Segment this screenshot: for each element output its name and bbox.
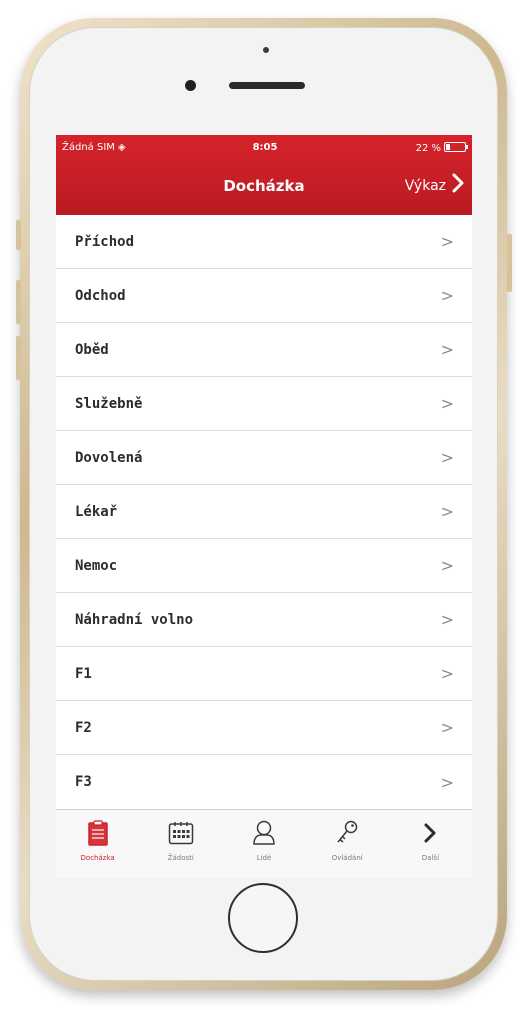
chevron-right-icon: > <box>440 232 454 251</box>
tab-dalsi[interactable]: Další <box>389 810 472 878</box>
battery-percent: 22 % <box>415 143 441 154</box>
list-item-sluzebne[interactable]: Služebně > <box>56 377 472 431</box>
chevron-right-icon: > <box>440 664 454 683</box>
home-button[interactable] <box>228 883 298 953</box>
list-item-label: Služebně <box>75 395 143 412</box>
volume-down-button <box>16 336 21 380</box>
carrier-label: Žádná SIM <box>62 142 115 153</box>
list-item-label: F2 <box>75 719 92 736</box>
mute-switch <box>16 220 21 250</box>
chevron-right-icon: > <box>440 610 454 629</box>
chevron-right-icon: > <box>440 718 454 737</box>
clipboard-icon <box>87 818 108 848</box>
list-item-odchod[interactable]: Odchod > <box>56 269 472 323</box>
chevron-right-icon <box>423 818 437 848</box>
list-item-label: Lékař <box>75 503 118 520</box>
tab-label: Docházka <box>80 854 115 862</box>
tab-ovladani[interactable]: Ovládání <box>306 810 389 878</box>
earpiece-speaker <box>229 82 305 89</box>
power-button <box>507 234 512 292</box>
list-item-label: Náhradní volno <box>75 611 194 628</box>
chevron-right-icon: > <box>440 340 454 359</box>
tab-label: Lidé <box>256 854 272 862</box>
attendance-list: Příchod > Odchod > Oběd > Služebně > Dov… <box>56 215 472 809</box>
tab-label: Další <box>421 854 440 862</box>
tab-dochazka[interactable]: Docházka <box>56 810 139 878</box>
report-button-label: Výkaz <box>404 177 446 194</box>
chevron-right-icon: > <box>440 556 454 575</box>
list-item-f3[interactable]: F3 > <box>56 755 472 809</box>
wifi-icon: ◈ <box>117 142 126 153</box>
tab-label: Ovládání <box>331 854 363 862</box>
list-item-label: Oběd <box>75 341 109 358</box>
list-item-obed[interactable]: Oběd > <box>56 323 472 377</box>
battery-icon <box>444 142 468 152</box>
list-item-dovolena[interactable]: Dovolená > <box>56 431 472 485</box>
tab-zadosti[interactable]: Žádosti <box>139 810 222 878</box>
list-item-f2[interactable]: F2 > <box>56 701 472 755</box>
list-item-nemoc[interactable]: Nemoc > <box>56 539 472 593</box>
calendar-icon <box>168 818 194 848</box>
key-icon <box>335 818 359 848</box>
list-item-lekar[interactable]: Lékař > <box>56 485 472 539</box>
chevron-right-icon: > <box>440 772 454 792</box>
volume-up-button <box>16 280 21 324</box>
status-bar: Žádná SIM ◈ 8:05 22 % <box>56 135 472 163</box>
app-header: Žádná SIM ◈ 8:05 22 % Docházka Výkaz <box>56 135 472 215</box>
list-item-label: Dovolená <box>75 449 143 466</box>
person-icon <box>252 818 276 848</box>
app-screen: Žádná SIM ◈ 8:05 22 % Docházka Výkaz Příc… <box>56 135 472 878</box>
list-item-nahradni-volno[interactable]: Náhradní volno > <box>56 593 472 647</box>
list-item-label: F3 <box>75 774 92 790</box>
chevron-right-icon <box>452 173 464 198</box>
status-time: 8:05 <box>252 142 278 153</box>
front-camera <box>185 80 196 91</box>
list-item-prichod[interactable]: Příchod > <box>56 215 472 269</box>
list-item-label: Nemoc <box>75 557 118 574</box>
status-battery: 22 % <box>415 142 468 154</box>
tab-lide[interactable]: Lidé <box>222 810 305 878</box>
chevron-right-icon: > <box>440 394 454 413</box>
chevron-right-icon: > <box>440 448 454 467</box>
status-carrier: Žádná SIM ◈ <box>62 142 126 153</box>
list-item-label: F1 <box>75 665 92 682</box>
proximity-sensor <box>263 47 269 53</box>
list-item-label: Odchod <box>75 287 126 304</box>
list-item-f1[interactable]: F1 > <box>56 647 472 701</box>
report-button[interactable]: Výkaz <box>405 173 464 198</box>
list-item-label: Příchod <box>75 233 135 250</box>
tab-bar: Docházka Žádosti Lidé Ovládání Další <box>56 809 472 878</box>
chevron-right-icon: > <box>440 502 454 521</box>
tab-label: Žádosti <box>167 854 194 862</box>
chevron-right-icon: > <box>440 286 454 305</box>
